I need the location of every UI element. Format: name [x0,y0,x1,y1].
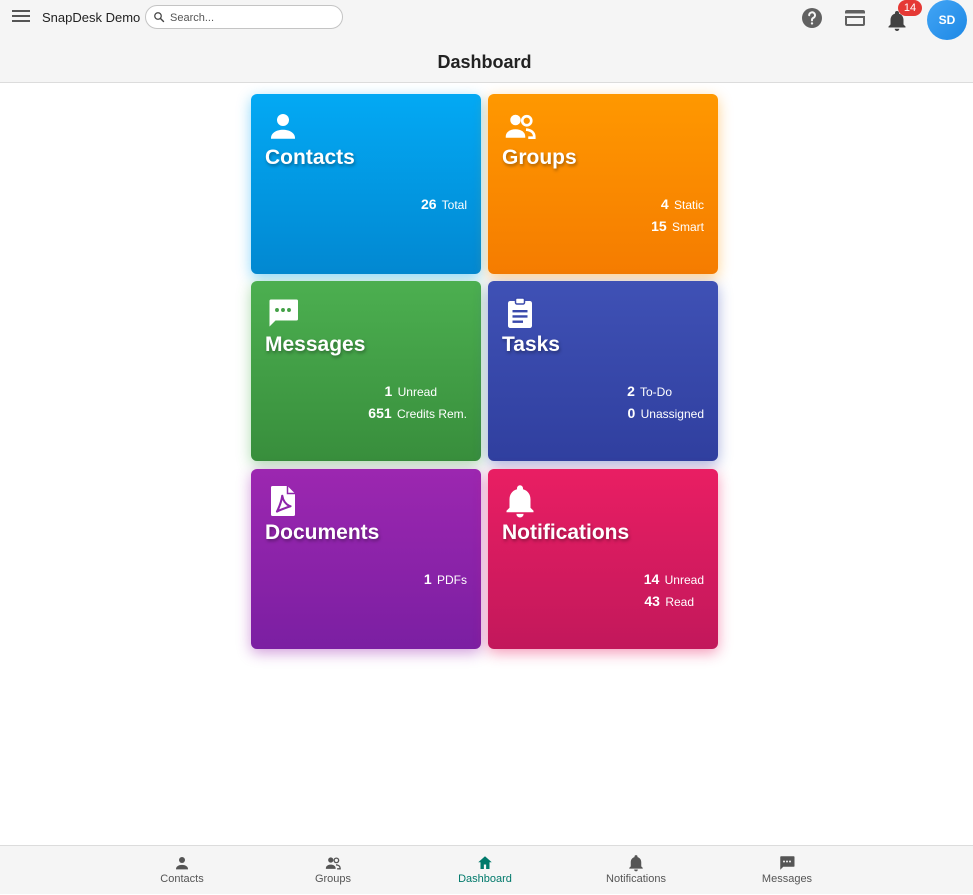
tile-tasks[interactable]: Tasks 2 To-Do 0 Unassigned [488,281,718,461]
stat-label: PDFs [437,573,467,587]
stat-value: 0 [627,405,636,421]
bell-icon [506,485,534,518]
nav-dashboard[interactable]: Dashboard [430,846,540,895]
nav-groups[interactable]: Groups [278,846,388,895]
menu-icon[interactable] [10,7,32,29]
stat-label: Unread [397,385,437,399]
people-icon [325,857,341,870]
search-icon [154,12,165,23]
nav-messages[interactable]: Messages [732,846,842,895]
stat-value: 14 [643,571,660,587]
person-icon [176,857,188,870]
search-input[interactable] [170,9,335,26]
nav-label: Dashboard [458,873,512,885]
stat-label: Total [441,198,467,212]
stat-value: 1 [384,383,393,399]
tile-stats: 4 Static 15 Smart [651,194,704,238]
stat-value: 651 [368,405,392,421]
tile-messages[interactable]: Messages 1 Unread 651 Credits Rem. [251,281,481,461]
stat-label: Read [665,595,694,609]
bell-icon [629,855,643,872]
tile-stats: 1 Unread 651 Credits Rem. [368,381,467,425]
credit-card-icon[interactable] [843,6,867,30]
stat-label: Unread [664,573,704,587]
nav-notifications[interactable]: Notifications [581,846,691,895]
stat-value: 1 [423,571,432,587]
tile-stats: 1 PDFs [424,569,467,591]
stat-value: 15 [651,218,667,234]
stat-value: 43 [644,593,660,609]
stat-label: Unassigned [640,407,704,421]
stat-value: 4 [660,196,669,212]
person-icon [271,114,295,139]
stat-label: Credits Rem. [396,407,467,421]
nav-label: Contacts [160,873,204,885]
tile-title: Notifications [502,521,630,544]
top-bar: SnapDesk Demo 14 SD Dashboard [0,0,973,83]
stat-label: Smart [671,220,704,234]
nav-label: Groups [314,873,352,885]
tile-groups[interactable]: Groups 4 Static 15 Smart [488,94,718,274]
stat-label: To-Do [639,385,672,399]
tile-contacts[interactable]: Contacts 26 Total [251,94,481,274]
tile-stats: 2 To-Do 0 Unassigned [627,381,704,425]
tile-stats: 14 Unread 43 Read [644,569,704,613]
home-icon [478,856,492,869]
nav-contacts[interactable]: Contacts [127,846,237,895]
tile-title: Documents [265,521,380,544]
search-box[interactable] [145,5,343,29]
nav-label: Messages [761,873,813,885]
clipboard-icon [508,297,532,328]
tile-title: Tasks [502,333,560,356]
pdf-icon [271,486,295,516]
tile-stats: 26 Total [421,194,467,216]
tile-title: Messages [265,333,366,356]
stat-value: 26 [420,196,437,212]
page-title: Dashboard [437,52,532,72]
tile-documents[interactable]: Documents 1 PDFs [251,469,481,649]
app-name: SnapDesk Demo [42,10,141,25]
people-icon [505,114,536,140]
bottom-nav: Contacts Groups Dashboard Notifications … [0,845,973,894]
tile-notifications[interactable]: Notifications 14 Unread 43 Read [488,469,718,649]
stat-label: Static [673,198,704,212]
chat-icon [269,299,298,327]
tile-title: Groups [502,146,577,169]
stat-value: 2 [627,383,635,399]
notification-badge: 14 [898,0,922,16]
tile-title: Contacts [265,146,355,169]
chat-icon [780,856,795,870]
avatar[interactable]: SD [927,0,967,40]
nav-label: Notifications [606,873,666,885]
help-icon[interactable] [800,6,824,30]
